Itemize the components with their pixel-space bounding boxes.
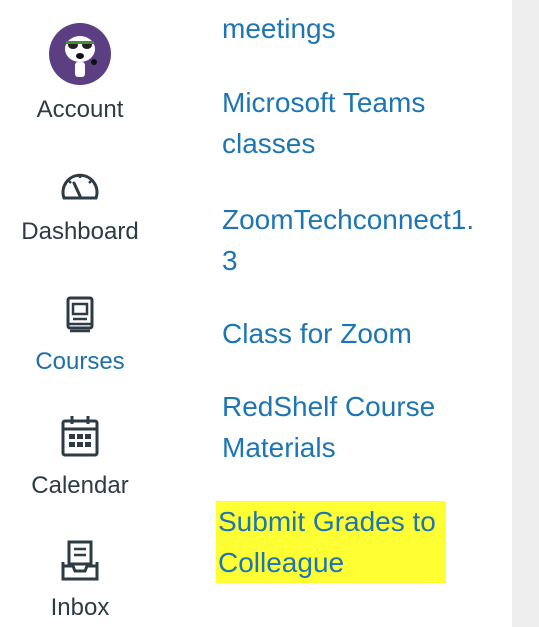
global-navigation: Account Dashboard Courses Calendar Inbox bbox=[0, 0, 160, 627]
course-link-line: meetings bbox=[222, 13, 336, 44]
course-link-line: RedShelf Course bbox=[222, 391, 436, 422]
nav-dashboard[interactable]: Dashboard bbox=[0, 168, 160, 246]
dashboard-icon bbox=[61, 173, 99, 200]
nav-courses[interactable]: Courses bbox=[0, 296, 160, 376]
courses-icon bbox=[66, 296, 94, 333]
course-list: meetings Microsoft Teams classes ZoomTec… bbox=[216, 0, 512, 627]
course-link-line: ZoomTechconnect1. bbox=[222, 204, 475, 235]
course-link-line: 3 bbox=[222, 245, 238, 276]
inbox-icon bbox=[61, 540, 99, 581]
course-link-microsoft-teams[interactable]: Microsoft Teams classes bbox=[222, 82, 425, 164]
nav-account-label: Account bbox=[36, 96, 124, 123]
nav-calendar-label: Calendar bbox=[31, 472, 129, 499]
calendar-icon bbox=[61, 416, 99, 457]
course-link-line: classes bbox=[222, 128, 316, 159]
course-link-submit-grades[interactable]: Submit Grades to Colleague bbox=[216, 501, 446, 583]
course-link-line: Colleague bbox=[218, 547, 345, 578]
nav-inbox-label: Inbox bbox=[50, 594, 110, 621]
nav-dashboard-label: Dashboard bbox=[21, 218, 139, 245]
course-link-line: Submit Grades to bbox=[218, 506, 436, 537]
nav-calendar[interactable]: Calendar bbox=[0, 414, 160, 500]
course-link-line: Microsoft Teams bbox=[222, 87, 426, 118]
course-link-line: Class for Zoom bbox=[222, 318, 412, 349]
nav-courses-label: Courses bbox=[35, 348, 125, 375]
avatar bbox=[49, 23, 111, 85]
content-panel bbox=[512, 0, 539, 627]
course-link-line: Materials bbox=[222, 432, 336, 463]
canvas-page: Account Dashboard Courses Calendar Inbox… bbox=[0, 0, 539, 627]
course-link-redshelf[interactable]: RedShelf Course Materials bbox=[222, 386, 435, 468]
nav-account[interactable]: Account bbox=[0, 22, 160, 124]
course-link-meetings[interactable]: meetings bbox=[222, 8, 336, 49]
course-link-class-for-zoom[interactable]: Class for Zoom bbox=[222, 313, 412, 354]
nav-inbox[interactable]: Inbox bbox=[0, 540, 160, 622]
course-link-zoomtechconnect[interactable]: ZoomTechconnect1. 3 bbox=[222, 199, 474, 281]
